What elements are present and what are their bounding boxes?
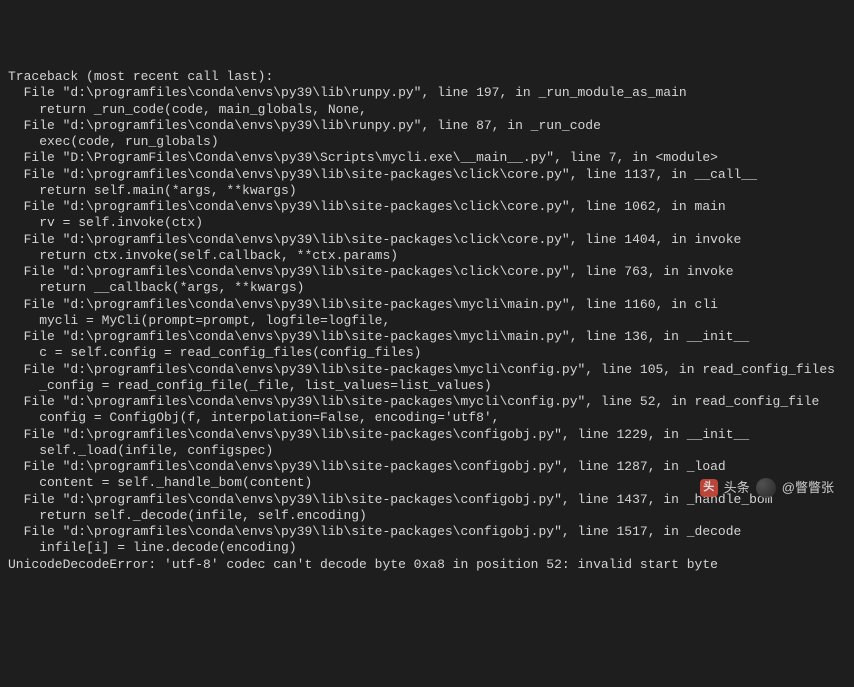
traceback-code-line: return self.main(*args, **kwargs) [8,183,846,199]
traceback-code-line: return __callback(*args, **kwargs) [8,280,846,296]
traceback-file-line: File "d:\programfiles\conda\envs\py39\li… [8,199,846,215]
traceback-code-line: return ctx.invoke(self.callback, **ctx.p… [8,248,846,264]
traceback-file-line: File "d:\programfiles\conda\envs\py39\li… [8,394,846,410]
traceback-code-line: mycli = MyCli(prompt=prompt, logfile=log… [8,313,846,329]
traceback-code-line: config = ConfigObj(f, interpolation=Fals… [8,410,846,426]
traceback-file-line: File "d:\programfiles\conda\envs\py39\li… [8,167,846,183]
traceback-file-line: File "d:\programfiles\conda\envs\py39\li… [8,232,846,248]
traceback-file-line: File "D:\ProgramFiles\Conda\envs\py39\Sc… [8,150,846,166]
platform-icon: 头 [700,479,718,497]
traceback-code-line: _config = read_config_file(_file, list_v… [8,378,846,394]
traceback-file-line: File "d:\programfiles\conda\envs\py39\li… [8,362,846,378]
username-label: @瞥瞥张 [782,480,834,496]
traceback-file-line: File "d:\programfiles\conda\envs\py39\li… [8,297,846,313]
traceback-code-line: return _run_code(code, main_globals, Non… [8,102,846,118]
traceback-file-line: File "d:\programfiles\conda\envs\py39\li… [8,524,846,540]
traceback-code-line: return self._decode(infile, self.encodin… [8,508,846,524]
traceback-file-line: File "d:\programfiles\conda\envs\py39\li… [8,459,846,475]
avatar [756,478,776,498]
traceback-code-line: self._load(infile, configspec) [8,443,846,459]
traceback-file-line: File "d:\programfiles\conda\envs\py39\li… [8,85,846,101]
traceback-file-line: File "d:\programfiles\conda\envs\py39\li… [8,329,846,345]
traceback-code-line: rv = self.invoke(ctx) [8,215,846,231]
traceback-file-line: File "d:\programfiles\conda\envs\py39\li… [8,264,846,280]
watermark: 头 头条 @瞥瞥张 [700,478,834,498]
traceback-code-line: infile[i] = line.decode(encoding) [8,540,846,556]
traceback-file-line: File "d:\programfiles\conda\envs\py39\li… [8,427,846,443]
error-line: UnicodeDecodeError: 'utf-8' codec can't … [8,557,846,573]
traceback-file-line: File "d:\programfiles\conda\envs\py39\li… [8,118,846,134]
traceback-code-line: c = self.config = read_config_files(conf… [8,345,846,361]
platform-label: 头条 [724,480,750,496]
traceback-header: Traceback (most recent call last): [8,69,846,85]
traceback-code-line: exec(code, run_globals) [8,134,846,150]
